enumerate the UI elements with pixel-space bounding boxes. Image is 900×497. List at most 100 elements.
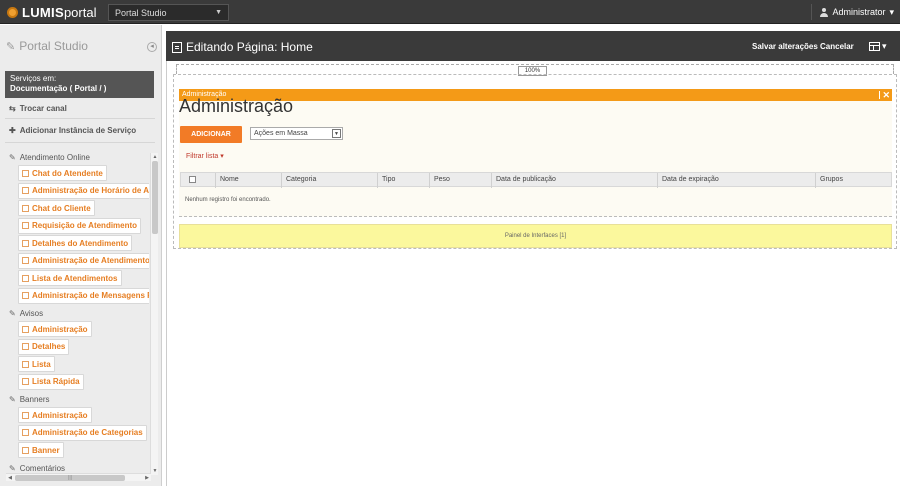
lumisportal-logo[interactable]: LUMIS portal	[7, 4, 96, 20]
service-group[interactable]: ✎ Avisos	[9, 309, 149, 318]
service-instance-item[interactable]: Administração de Atendimentos	[18, 252, 149, 269]
checkbox-icon	[22, 429, 29, 436]
service-instance-item[interactable]: Detalhes do Atendimento	[18, 235, 133, 251]
checkbox-icon	[22, 187, 29, 194]
service-instance-item[interactable]: Chat do Cliente	[18, 200, 95, 216]
add-service-instance-link[interactable]: ✚ Adicionar Instância de Serviço	[9, 126, 136, 135]
service-instance-item[interactable]: Lista	[18, 356, 55, 372]
column-header[interactable]: Data de expiração	[657, 173, 815, 188]
page-title-text: Editando Página: Home	[186, 40, 313, 54]
service-instance-label: Detalhes do Atendimento	[32, 238, 129, 248]
switch-channel-link[interactable]: ⇆ Trocar canal	[9, 104, 67, 113]
service-instance-item[interactable]: Administração	[18, 407, 92, 423]
service-instance-label: Detalhes	[32, 342, 66, 351]
service-instance-label: Lista Rápida	[32, 377, 80, 386]
service-instance-item[interactable]: Detalhes	[18, 338, 70, 355]
service-instance-label: Lista	[32, 359, 51, 369]
close-icon[interactable]: ✕	[882, 89, 890, 101]
user-name: Administrator	[832, 7, 886, 17]
mass-actions-value: Ações em Massa	[254, 130, 308, 137]
service-group-label: Avisos	[19, 309, 44, 318]
service-instance-item[interactable]: Administração de Mensagens Padrão	[18, 287, 149, 304]
logo-text-portal: portal	[63, 4, 97, 20]
checkbox-icon	[22, 378, 29, 385]
pencil-icon: ✎	[6, 40, 16, 53]
empty-message: Nenhum registro foi encontrado.	[185, 197, 271, 203]
vertical-scrollbar[interactable]: ▲ ▼	[150, 153, 158, 475]
service-group[interactable]: ✎ Banners	[9, 395, 149, 404]
scroll-up-icon[interactable]: ▲	[151, 153, 159, 161]
service-instance-item[interactable]: Chat do Atendente	[18, 165, 107, 181]
service-instance-label: Administração de Mensagens Padrão	[32, 291, 149, 300]
scroll-left-icon[interactable]: ◀	[6, 474, 14, 482]
checkbox-icon	[22, 343, 29, 350]
service-instance-item[interactable]: Administração de Categorias	[18, 424, 147, 441]
filter-list-label: Filtrar lista	[186, 153, 219, 160]
user-menu[interactable]: Administrator ▾	[811, 4, 894, 20]
service-group[interactable]: ✎ Atendimento Online	[9, 153, 149, 162]
service-instance-label: Administração de Categorias	[32, 428, 143, 437]
add-icon: ✚	[9, 126, 16, 135]
page-title: Editando Página: Home	[172, 40, 313, 54]
collapse-icon[interactable]: ◂	[147, 42, 157, 52]
service-instance-label: Lista de Atendimentos	[32, 273, 118, 283]
layout-menu[interactable]: ▾	[869, 41, 889, 52]
service-instance-label: Administração	[32, 410, 88, 420]
editor-header: Editando Página: Home Salvar alterações …	[166, 31, 900, 61]
portlet: Administração ADICIONAR Ações em Massa ▼…	[179, 96, 892, 217]
chevron-down-icon: ▾	[882, 41, 887, 51]
logo-text-lumis: LUMIS	[22, 4, 64, 20]
column-header[interactable]: Peso	[429, 173, 491, 188]
chevron-down-icon: ▼	[332, 129, 341, 138]
service-instance-item[interactable]: Banner	[18, 442, 64, 458]
service-instance-label: Requisição de Atendimento	[32, 221, 138, 230]
column-header[interactable]: Grupos	[815, 173, 891, 188]
logo-circle-icon	[7, 6, 18, 18]
checkbox-icon	[22, 360, 29, 368]
switch-icon: ⇆	[9, 104, 16, 113]
wrench-icon: ✎	[9, 395, 16, 404]
chevron-down-icon: ▾	[889, 6, 894, 17]
service-instance-item[interactable]: Lista de Atendimentos	[18, 270, 122, 286]
top-bar: LUMIS portal Portal Studio ▼ Administrato…	[0, 0, 900, 24]
column-header[interactable]: Data de publicação	[491, 173, 657, 188]
service-instance-item[interactable]: Lista Rápida	[18, 373, 84, 390]
add-button[interactable]: ADICIONAR	[180, 126, 242, 143]
checkbox-icon	[22, 239, 29, 247]
interfaces-panel[interactable]: Painel de Interfaces [1]	[179, 224, 892, 248]
save-changes-button[interactable]: Salvar alterações	[752, 42, 818, 51]
service-instance-item[interactable]: Administração de Horário de Atendimento	[18, 182, 149, 199]
checkbox-icon	[22, 222, 29, 229]
service-group[interactable]: ✎ Comentários	[9, 464, 149, 473]
select-all-checkbox[interactable]	[189, 176, 196, 183]
service-group-label: Atendimento Online	[19, 153, 90, 162]
switch-channel-label: Trocar canal	[19, 104, 67, 113]
checkbox-icon	[22, 274, 29, 282]
service-instance-label: Banner	[32, 445, 60, 455]
service-instance-item[interactable]: Requisição de Atendimento	[18, 217, 142, 234]
scroll-thumb[interactable]	[152, 161, 158, 234]
scroll-right-icon[interactable]: ▶	[143, 474, 151, 482]
service-prefix: Serviços em:	[10, 74, 57, 83]
column-header[interactable]: Tipo	[377, 173, 429, 188]
sidebar: ✎ Portal Studio ◂ Serviços em: Documenta…	[0, 25, 162, 486]
service-instance-item[interactable]: Administração	[18, 321, 92, 337]
chevron-down-icon: ▾	[220, 153, 224, 160]
column-header[interactable]: Categoria	[281, 173, 377, 188]
scroll-down-icon[interactable]: ▼	[151, 467, 159, 475]
mass-actions-select[interactable]: Ações em Massa ▼	[250, 127, 343, 140]
service-context: Serviços em: Documentação ( Portal / )	[5, 71, 154, 98]
service-instance-label: Chat do Atendente	[32, 168, 103, 178]
horizontal-scrollbar[interactable]: ◀ ||| ▶	[6, 473, 151, 481]
wrench-icon: ✎	[9, 463, 16, 473]
portal-select[interactable]: Portal Studio ▼	[108, 4, 229, 21]
checkbox-icon	[22, 292, 29, 299]
sidebar-title-text: Portal Studio	[19, 39, 88, 53]
filter-list-toggle[interactable]: Filtrar lista ▾	[186, 152, 224, 160]
scroll-thumb[interactable]: |||	[15, 475, 125, 481]
checkbox-icon	[22, 411, 29, 419]
cancel-button[interactable]: Cancelar	[820, 42, 854, 51]
add-service-instance-label: Adicionar Instância de Serviço	[19, 126, 137, 135]
service-instance-label: Chat do Cliente	[32, 203, 91, 213]
column-header[interactable]: Nome	[215, 173, 281, 188]
